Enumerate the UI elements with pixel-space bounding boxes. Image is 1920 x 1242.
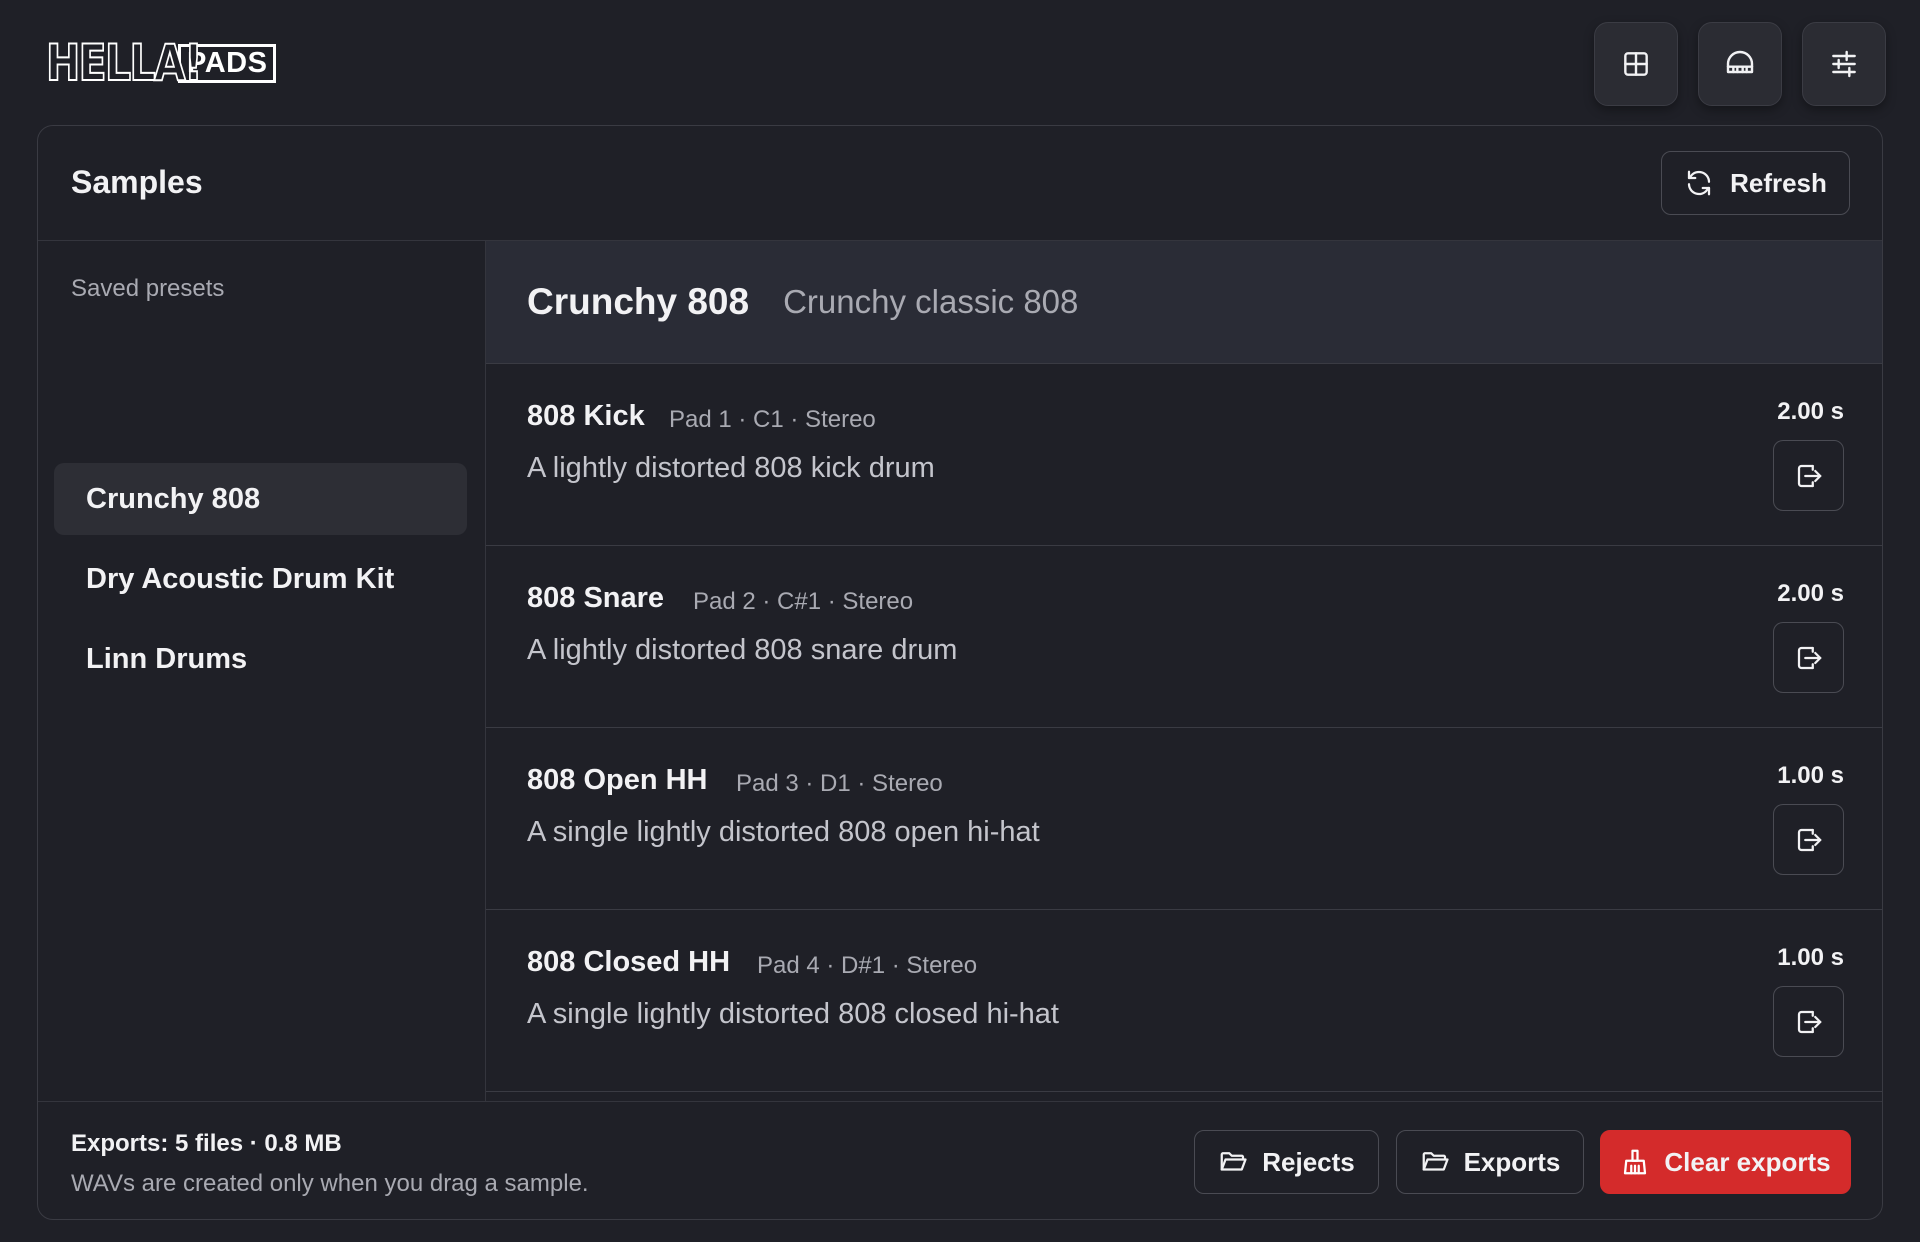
rejects-folder-button[interactable]: Rejects	[1194, 1130, 1379, 1194]
preset-label: Linn Drums	[86, 642, 248, 675]
preset-detail: Crunchy 808 Crunchy classic 808 808 Kick…	[486, 241, 1882, 1101]
sample-description: A single lightly distorted 808 open hi-h…	[527, 816, 1040, 848]
preset-title: Crunchy 808	[527, 281, 750, 322]
exports-footer: Exports: 5 files · 0.8 MB WAVs are creat…	[38, 1101, 1882, 1219]
exports-label: Exports	[1463, 1146, 1561, 1177]
export-sample-button[interactable]	[1773, 804, 1844, 875]
exports-note: WAVs are created only when you drag a sa…	[71, 1170, 589, 1197]
sample-meta: Pad 1 · C1 · Stereo	[669, 406, 876, 433]
preset-item-linn-drums[interactable]: Linn Drums	[54, 623, 467, 695]
folder-open-icon	[1220, 1152, 1247, 1171]
sample-description: A lightly distorted 808 snare drum	[527, 634, 958, 666]
exports-stats: Exports: 5 files · 0.8 MB	[71, 1130, 342, 1157]
sidebar-heading: Saved presets	[71, 275, 225, 302]
rejects-label: Rejects	[1262, 1146, 1355, 1177]
panel-title: Samples	[71, 164, 203, 200]
sample-duration: 2.00 s	[1777, 398, 1844, 425]
clear-exports-label: Clear exports	[1664, 1146, 1831, 1177]
exports-folder-button[interactable]: Exports	[1396, 1130, 1584, 1194]
preset-item-dry-acoustic-drum-kit[interactable]: Dry Acoustic Drum Kit	[54, 543, 467, 615]
logo-wordmark: HELLA!	[45, 34, 203, 92]
sample-description: A single lightly distorted 808 closed hi…	[527, 998, 1059, 1030]
sample-name: 808 Closed HH	[527, 946, 731, 978]
settings-button[interactable]	[1802, 22, 1886, 106]
grid-view-button[interactable]	[1594, 22, 1678, 106]
sample-name: 808 Kick	[527, 400, 645, 432]
panel-header: Samples Refresh	[38, 126, 1882, 241]
export-icon	[1797, 1010, 1821, 1033]
sample-meta: Pad 2 · C#1 · Stereo	[693, 588, 914, 615]
sample-row[interactable]: 808 Closed HH Pad 4 · D#1 · Stereo A sin…	[486, 910, 1882, 1092]
sample-description: A lightly distorted 808 kick drum	[527, 452, 935, 484]
preset-subtitle: Crunchy classic 808	[783, 283, 1079, 320]
sample-meta: Pad 4 · D#1 · Stereo	[757, 952, 978, 979]
folder-open-icon	[1422, 1152, 1449, 1171]
sample-meta: Pad 3 · D1 · Stereo	[736, 770, 943, 797]
broom-icon	[1624, 1149, 1647, 1175]
preset-header: Crunchy 808 Crunchy classic 808	[486, 241, 1882, 364]
presets-sidebar: Saved presets Crunchy 808 Dry Acoustic D…	[38, 241, 486, 1101]
top-bar: HELLA! PADS	[0, 0, 1920, 126]
preset-label: Crunchy 808	[86, 482, 261, 515]
sample-duration: 1.00 s	[1777, 762, 1844, 789]
sample-row[interactable]: 808 Kick Pad 1 · C1 · Stereo A lightly d…	[486, 364, 1882, 546]
refresh-label: Refresh	[1730, 167, 1827, 198]
grid-icon	[1624, 52, 1648, 76]
sample-name: 808 Snare	[527, 582, 665, 614]
export-sample-button[interactable]	[1773, 986, 1844, 1057]
app-logo: HELLA! PADS	[45, 34, 277, 92]
samples-panel: Samples Refresh Saved presets Crunchy 80…	[37, 125, 1883, 1220]
sample-row[interactable]: 808 Open HH Pad 3 · D1 · Stereo A single…	[486, 728, 1882, 910]
refresh-button[interactable]: Refresh	[1661, 151, 1850, 215]
piano-icon	[1726, 50, 1754, 74]
export-icon	[1797, 646, 1821, 669]
keyboard-view-button[interactable]	[1698, 22, 1782, 106]
export-icon	[1797, 828, 1821, 851]
sample-row[interactable]: 808 Snare Pad 2 · C#1 · Stereo A lightly…	[486, 546, 1882, 728]
refresh-icon	[1687, 170, 1711, 196]
preset-item-crunchy-808[interactable]: Crunchy 808	[54, 463, 467, 535]
export-sample-button[interactable]	[1773, 440, 1844, 511]
sample-name: 808 Open HH	[527, 764, 708, 796]
export-icon	[1797, 464, 1821, 487]
sample-duration: 2.00 s	[1777, 580, 1844, 607]
preset-label: Dry Acoustic Drum Kit	[86, 562, 395, 595]
clear-exports-button[interactable]: Clear exports	[1600, 1130, 1851, 1194]
export-sample-button[interactable]	[1773, 622, 1844, 693]
sliders-icon	[1832, 50, 1856, 78]
sample-duration: 1.00 s	[1777, 944, 1844, 971]
